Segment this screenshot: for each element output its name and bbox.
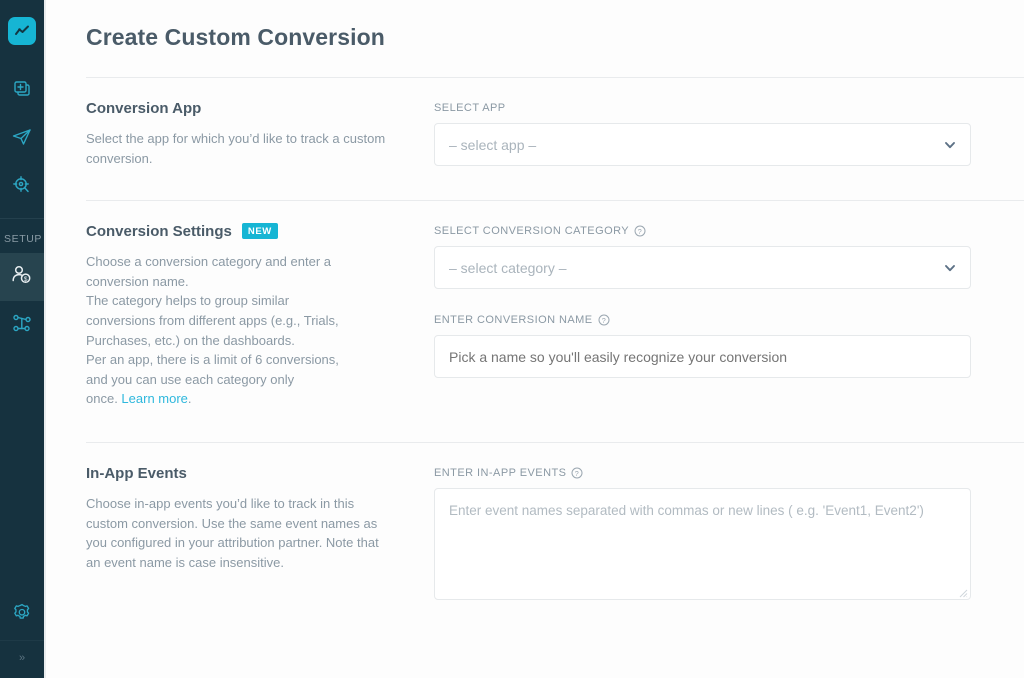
section-description-column: Conversion Settings NEW Choose a convers… [86,223,434,409]
section-description: Choose in-app events you’d like to track… [86,494,396,572]
in-app-events-label-text: ENTER IN-APP EVENTS [434,467,566,479]
in-app-events-placeholder: Enter event names separated with commas … [449,503,924,518]
page-title: Create Custom Conversion [46,0,1024,51]
sidebar-item-dashboards[interactable] [0,68,44,116]
section-fields-column: ENTER IN-APP EVENTS ? Enter event names … [434,465,1024,600]
sidebar-item-custom-conversions[interactable]: $ [0,253,44,301]
in-app-events-label: ENTER IN-APP EVENTS ? [434,467,1024,479]
description-line: and you can use each category only [86,370,396,390]
section-title-text: Conversion App [86,100,201,117]
select-category-label: SELECT CONVERSION CATEGORY ? [434,225,1024,237]
description-line: The category helps to group similar [86,291,396,311]
nodes-network-icon [10,311,34,340]
sidebar-bottom-nav: » [0,592,44,678]
sidebar-item-settings[interactable] [0,592,44,640]
main-content: Create Custom Conversion Conversion App … [46,0,1024,678]
primary-sidebar: SETUP $ [0,0,44,678]
conversion-name-input[interactable] [434,335,971,378]
field-spacer [434,289,1024,314]
section-description-column: Conversion App Select the app for which … [86,100,434,168]
section-description: Choose a conversion category and enter a… [86,252,396,409]
section-fields-column: SELECT CONVERSION CATEGORY ? – select ca… [434,223,1024,409]
analytics-logo-icon [8,17,36,45]
description-line: Per an app, there is a limit of 6 conver… [86,350,396,370]
select-app-value: – select app – [449,137,536,153]
user-dollar-icon: $ [10,263,34,292]
section-fields-column: SELECT APP – select app – [434,100,1024,168]
conversion-name-label-text: ENTER CONVERSION NAME [434,314,593,326]
status-badge: NEW [242,223,278,239]
select-app-dropdown[interactable]: – select app – [434,123,971,166]
chevron-down-icon [944,139,956,151]
description-line: once. [86,391,121,406]
section-description-column: In-App Events Choose in-app events you’d… [86,465,434,600]
section-title-text: In-App Events [86,465,187,482]
sidebar-item-targeting[interactable] [0,164,44,212]
sidebar-section-label: SETUP [0,218,44,253]
sidebar-item-integrations[interactable] [0,301,44,349]
section-title: Conversion Settings NEW [86,223,414,240]
sidebar-item-campaigns[interactable] [0,116,44,164]
conversion-name-label: ENTER CONVERSION NAME ? [434,314,1024,326]
app-root: SETUP $ [0,0,1024,678]
description-line: conversion name. [86,272,396,292]
app-logo[interactable] [0,0,44,62]
gear-icon [10,602,34,631]
link-suffix: . [188,391,192,406]
select-app-label-text: SELECT APP [434,102,506,114]
svg-text:?: ? [601,316,605,325]
select-app-label: SELECT APP [434,102,1024,114]
crosshair-search-icon [11,175,33,202]
help-circle-icon[interactable]: ? [634,225,646,237]
resize-handle-icon[interactable] [956,585,968,597]
help-circle-icon[interactable]: ? [571,467,583,479]
sidebar-collapse-toggle[interactable]: » [0,640,44,674]
select-category-label-text: SELECT CONVERSION CATEGORY [434,225,629,237]
sidebar-top-nav [0,62,44,212]
svg-text:?: ? [638,227,642,236]
svg-text:$: $ [24,276,28,283]
section-title: Conversion App [86,100,414,117]
select-conversion-category-dropdown[interactable]: – select category – [434,246,971,289]
description-line: Purchases, etc.) on the dashboards. [86,331,396,351]
description-line: Choose a conversion category and enter a [86,252,396,272]
chevron-down-icon [944,262,956,274]
description-line: conversions from different apps (e.g., T… [86,311,396,331]
sidebar-spacer [0,349,44,592]
help-circle-icon[interactable]: ? [598,314,610,326]
svg-text:?: ? [575,469,579,478]
section-in-app-events: In-App Events Choose in-app events you’d… [46,443,1024,600]
section-title-text: Conversion Settings [86,223,232,240]
select-category-value: – select category – [449,260,567,276]
learn-more-link[interactable]: Learn more [121,391,187,406]
stacked-cards-plus-icon [11,79,33,106]
section-conversion-app: Conversion App Select the app for which … [46,78,1024,168]
section-conversion-settings: Conversion Settings NEW Choose a convers… [46,201,1024,409]
section-title: In-App Events [86,465,414,482]
section-description: Select the app for which you’d like to t… [86,129,396,168]
in-app-events-textarea[interactable]: Enter event names separated with commas … [434,488,971,600]
paper-plane-icon [11,127,33,154]
